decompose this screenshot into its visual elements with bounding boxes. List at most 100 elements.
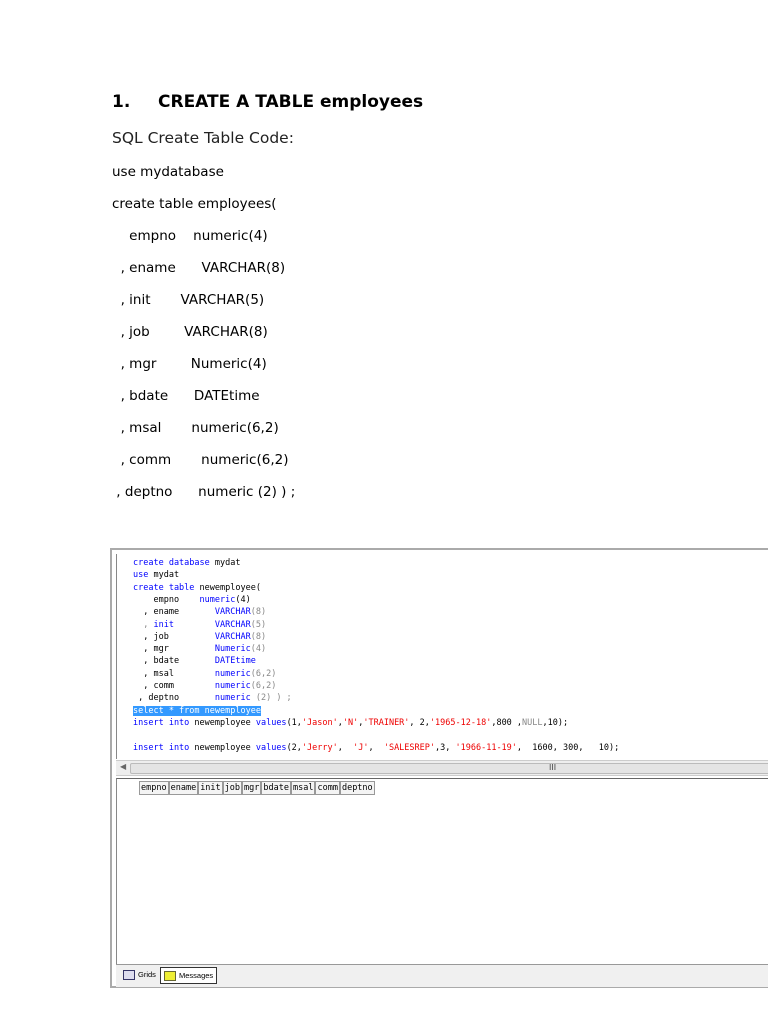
heading-number: 1. — [112, 92, 131, 112]
sql-line: , ename VARCHAR(8) — [112, 260, 286, 276]
code-line: create database mydat — [133, 558, 240, 569]
column-header[interactable]: deptno — [339, 781, 375, 795]
code-token: , deptno — [133, 693, 215, 704]
code-line: , comm numeric(6,2) — [133, 681, 276, 692]
heading-text: CREATE A TABLE employees — [158, 92, 424, 112]
sql-editor: create database mydat use mydat create tab… — [116, 554, 768, 759]
tab-grids[interactable]: Grids — [120, 967, 159, 982]
sql-line: , job VARCHAR(8) — [112, 324, 268, 340]
column-header[interactable]: bdate — [261, 781, 291, 795]
code-line: select * from newemployee — [133, 705, 261, 717]
code-token: mydat — [214, 558, 241, 568]
horizontal-scrollbar[interactable]: ◀ III — [116, 760, 768, 776]
code-token: empno — [133, 594, 200, 605]
code-token: create database — [133, 558, 215, 568]
code-line: use mydat — [133, 570, 179, 581]
code-token: numeric — [214, 693, 256, 704]
scroll-left-icon[interactable]: ◀ — [120, 762, 126, 771]
code-token: select * from newemployee — [133, 705, 261, 716]
code-token: (8) — [250, 631, 267, 642]
messages-icon — [164, 970, 176, 981]
code-token: values — [255, 742, 287, 753]
code-token: (8) — [250, 607, 267, 618]
sql-line: , deptno numeric (2) ) ; — [112, 484, 296, 500]
code-token: , ename — [133, 607, 215, 618]
code-token: 'J' — [353, 742, 369, 753]
tab-messages-label: Messages — [179, 971, 214, 980]
code-token: VARCHAR — [214, 631, 251, 642]
code-token: 'Jason' — [301, 717, 338, 728]
column-header[interactable]: comm — [315, 781, 340, 795]
code-token: NULL — [522, 717, 543, 728]
column-header[interactable]: init — [198, 781, 223, 795]
code-token: (6,2) — [250, 668, 277, 679]
code-token: 'TRAINER' — [363, 717, 410, 728]
tab-grids-label: Grids — [138, 970, 156, 979]
column-header[interactable]: mgr — [242, 781, 262, 795]
code-token: (2, — [286, 742, 302, 753]
code-token: VARCHAR — [214, 619, 251, 630]
code-token: , — [337, 742, 354, 753]
code-line: , ename VARCHAR(8) — [133, 607, 266, 618]
code-token: , job — [133, 631, 215, 642]
column-header[interactable]: empno — [139, 781, 169, 795]
sql-line: , init VARCHAR(5) — [112, 292, 265, 308]
section-heading: 1. CREATE A TABLE employees — [112, 92, 423, 112]
code-token: newemployee( — [199, 582, 261, 593]
scroll-thumb[interactable]: III — [130, 763, 768, 774]
code-token: create table — [133, 582, 200, 593]
code-token: Numeric — [214, 644, 251, 655]
code-token: numeric — [214, 668, 251, 679]
code-line: , msal numeric(6,2) — [133, 669, 276, 680]
code-token: '1966-11-19' — [455, 742, 517, 753]
code-token: DATEtime — [214, 656, 256, 667]
code-token: , comm — [133, 681, 215, 691]
code-token: (4) — [235, 594, 251, 605]
column-header[interactable]: ename — [168, 781, 199, 795]
code-token: numeric — [199, 594, 236, 605]
code-token: mydat — [153, 570, 180, 581]
code-token: (1, — [286, 717, 302, 728]
code-token: VARCHAR — [214, 607, 251, 618]
code-token: insert into — [133, 717, 195, 728]
code-line: , bdate DATEtime — [133, 656, 256, 667]
code-token: (2) ) ; — [255, 693, 292, 704]
code-token: ,10); — [542, 717, 569, 728]
code-line: , job VARCHAR(8) — [133, 632, 266, 643]
code-token: , 2, — [409, 717, 430, 728]
code-line: , deptno numeric (2) ) ; — [133, 693, 292, 704]
code-token: (5) — [250, 619, 267, 630]
code-line: insert into newemployee values(1,'Jason'… — [133, 718, 568, 729]
code-line: , mgr Numeric(4) — [133, 644, 266, 655]
code-token: , 1600, 300, 10); — [516, 742, 620, 753]
grid-header: empno ename init job mgr bdate msal comm deptno — [139, 781, 375, 795]
code-line: , init VARCHAR(5) — [133, 620, 266, 631]
code-token: 'N' — [342, 717, 359, 728]
results-grid: empno ename init job mgr bdate msal comm deptno — [116, 778, 768, 964]
code-token: , mgr — [133, 644, 215, 655]
code-line: insert into newemployee values(2,'Jerry'… — [133, 743, 619, 754]
code-token: insert into — [133, 742, 195, 753]
code-token: , bdate — [133, 656, 215, 667]
code-token: numeric — [214, 681, 251, 691]
code-line: empno numeric(4) — [133, 594, 251, 606]
query-editor-screenshot: create database mydat use mydat create tab… — [110, 548, 768, 988]
sql-line: , mgr Numeric(4) — [112, 356, 267, 372]
sql-line: empno numeric(4) — [112, 228, 268, 244]
code-token: (4) — [250, 644, 267, 655]
code-token: ,3, — [435, 742, 456, 753]
code-token: , — [368, 742, 384, 753]
column-header[interactable]: msal — [290, 781, 316, 795]
sql-line: , comm numeric(6,2) — [112, 452, 289, 468]
column-header[interactable]: job — [222, 781, 243, 795]
grid-icon — [123, 969, 135, 980]
sql-line: , bdate DATEtime — [112, 388, 260, 404]
code-token: '1965-12-18' — [429, 717, 492, 728]
code-token: , — [133, 619, 154, 630]
results-tabs: Grids Messages — [116, 964, 768, 987]
code-token: values — [255, 717, 287, 728]
tab-messages[interactable]: Messages — [160, 967, 218, 984]
code-token: 'SALESREP' — [383, 742, 436, 753]
code-token: ,800 , — [491, 717, 523, 728]
subheading: SQL Create Table Code: — [112, 129, 294, 147]
